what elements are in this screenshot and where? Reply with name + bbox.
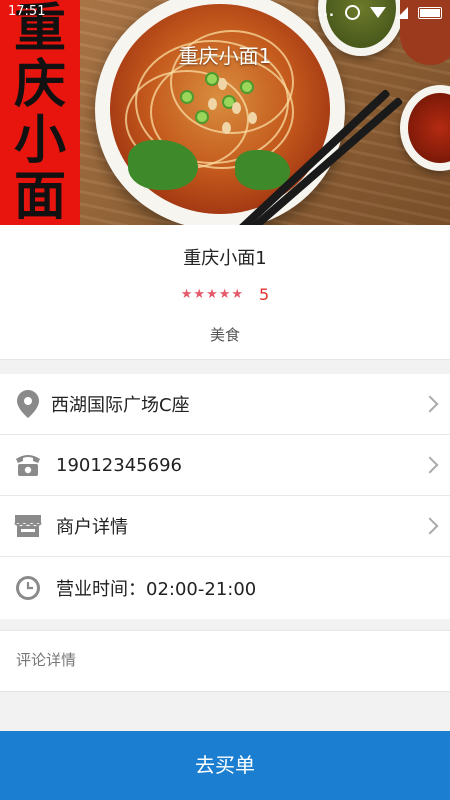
star-icon: ★: [206, 287, 218, 302]
address-row[interactable]: 西湖国际广场C座: [0, 374, 450, 435]
status-bar: 17:51 ...: [0, 0, 450, 26]
hero-image: 重 庆 小 面 重庆小面1: [0, 0, 450, 225]
store-icon: [14, 512, 42, 540]
shop-category: 美食: [209, 326, 240, 344]
chevron-right-icon: [421, 456, 439, 474]
pay-bill-button[interactable]: 去买单: [0, 731, 450, 800]
shop-name: 重庆小面1: [183, 248, 267, 269]
merchant-details-row[interactable]: 商户详情: [0, 496, 450, 557]
comments-section[interactable]: 评论详情: [0, 630, 450, 692]
merchant-details-label: 商户详情: [56, 517, 128, 538]
signal-icon: [396, 6, 408, 19]
star-icon: ★: [193, 287, 206, 302]
star-icon: ★: [218, 287, 231, 302]
wifi-icon: [370, 7, 386, 18]
phone-row[interactable]: 19012345696: [0, 435, 450, 496]
phone-label: 19012345696: [56, 454, 182, 476]
star-icon: ★: [231, 287, 244, 302]
status-time: 17:51: [8, 4, 46, 19]
address-label: 西湖国际广场C座: [51, 395, 190, 416]
comments-label: 评论详情: [16, 651, 77, 669]
rating-value: 5: [259, 285, 270, 304]
rating-row: ★ ★ ★ ★ ★ 5: [0, 285, 450, 304]
location-pin-icon: [14, 390, 42, 418]
rating-stars: ★ ★ ★ ★ ★: [181, 288, 243, 301]
hours-label: 营业时间：02:00-21:00: [56, 579, 257, 600]
chevron-right-icon: [421, 517, 439, 535]
shop-info-card: 重庆小面1 ★ ★ ★ ★ ★ 5 美食: [0, 225, 450, 360]
detail-list: 西湖国际广场C座 19012345696 商户详情 营业时间：02:00-21:…: [0, 374, 450, 619]
chevron-right-icon: [421, 395, 439, 413]
logo-banner: 重 庆 小 面: [0, 0, 80, 225]
more-dots-icon: ...: [317, 5, 335, 20]
clock-icon: [14, 574, 42, 602]
hero-title: 重庆小面1: [178, 44, 272, 68]
star-icon: ★: [180, 287, 193, 302]
battery-icon: [418, 6, 442, 19]
alarm-icon: [345, 5, 360, 20]
hours-row: 营业时间：02:00-21:00: [0, 557, 450, 619]
phone-icon: [14, 451, 42, 479]
